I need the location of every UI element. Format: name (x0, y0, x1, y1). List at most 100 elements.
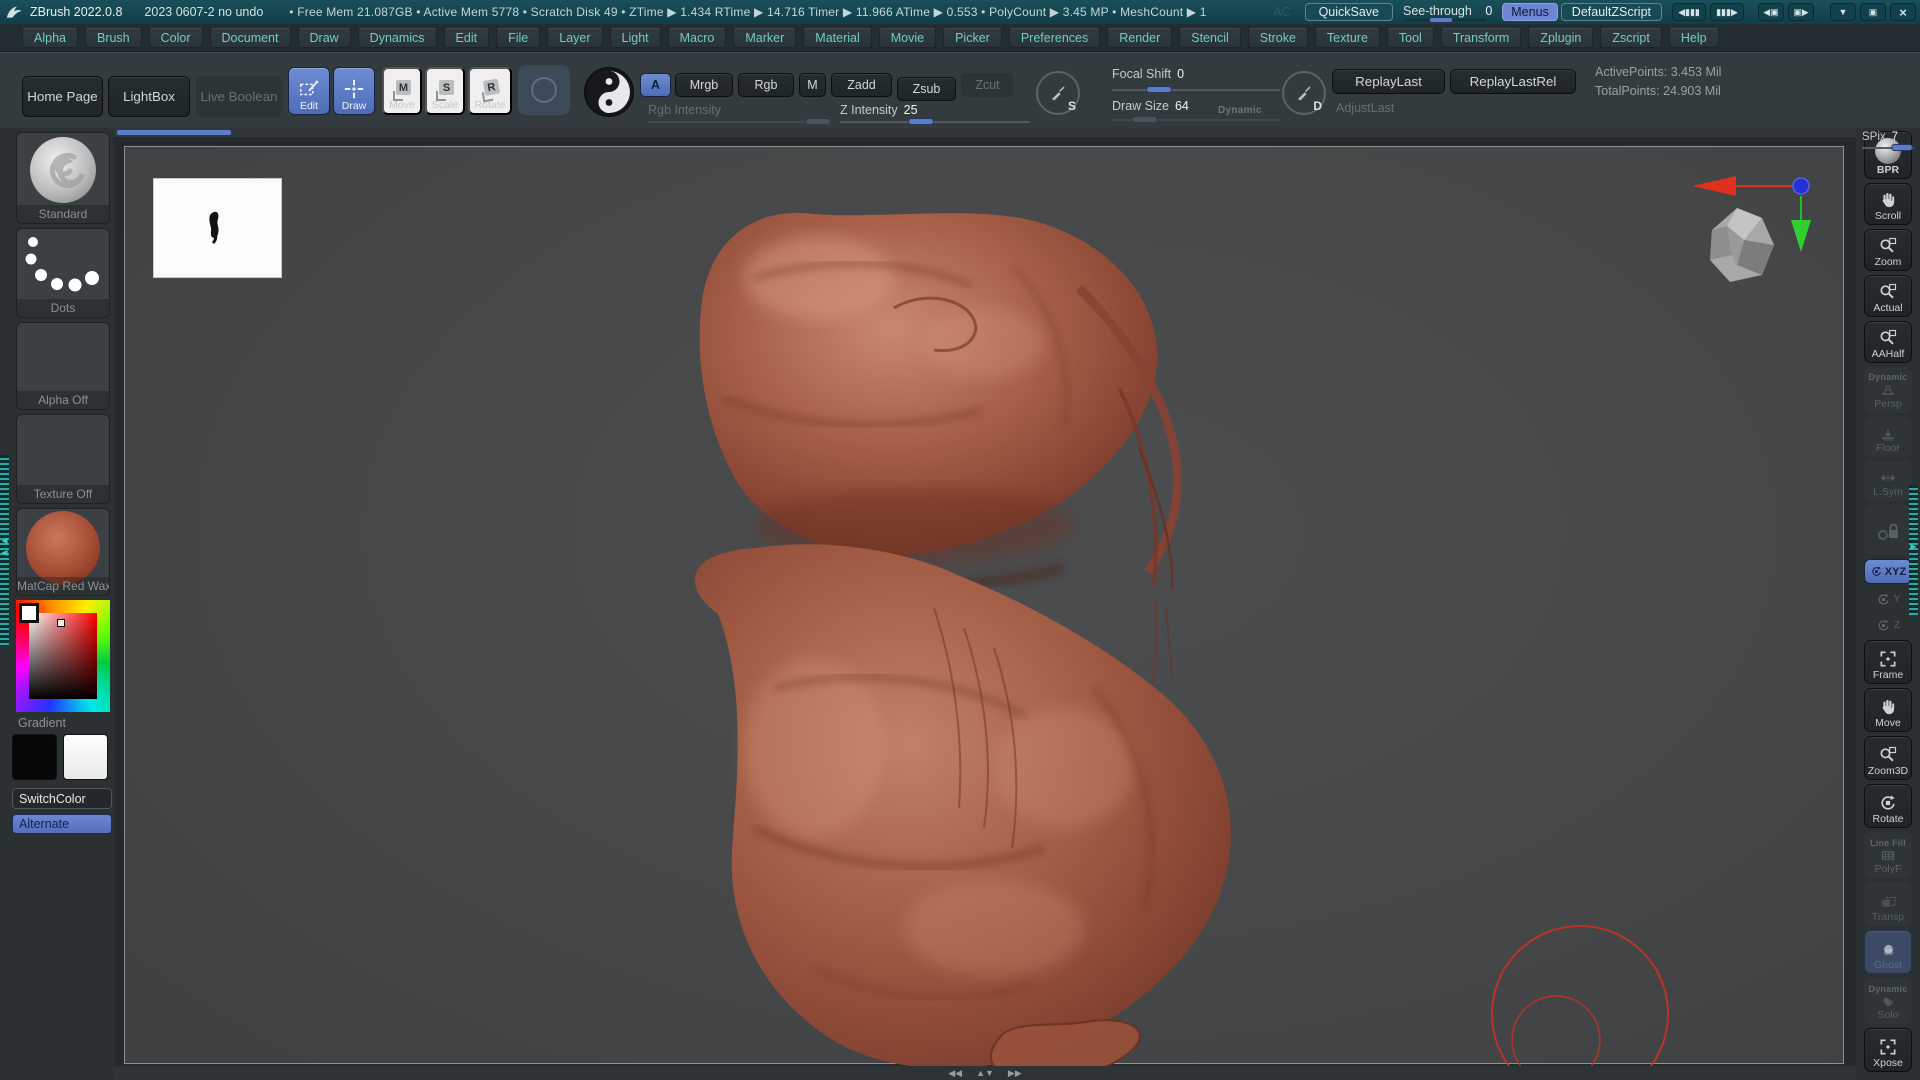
alpha-thumbnail[interactable]: Alpha Off (16, 322, 110, 410)
menu-marker[interactable]: Marker (733, 28, 796, 48)
anchor-toggle[interactable]: A (640, 73, 671, 97)
restore-icon[interactable]: ▣ (1860, 3, 1886, 21)
scroll-right-icon[interactable]: ▶▶ (1008, 1068, 1022, 1079)
move-3d-button[interactable]: Move (1864, 688, 1912, 732)
rotate-z-button[interactable]: Z (1866, 614, 1910, 636)
mrgb-toggle[interactable]: Mrgb (675, 73, 733, 97)
stroke-thumbnail[interactable]: Dots (16, 228, 110, 318)
menu-render[interactable]: Render (1107, 28, 1172, 48)
zoom-3d-button[interactable]: Zoom3D (1864, 736, 1912, 780)
focal-shift-slider[interactable]: Focal Shift0 (1112, 67, 1280, 91)
draw-mode-button[interactable]: Draw (333, 67, 375, 115)
menu-document[interactable]: Document (210, 28, 291, 48)
spix-slider[interactable]: SPix7 (1862, 131, 1914, 149)
ghost-button[interactable]: Ghost (1864, 930, 1912, 974)
right-tray-divider[interactable]: ▶ (1909, 485, 1918, 615)
stroke-preview[interactable] (518, 65, 570, 115)
menu-help[interactable]: Help (1669, 28, 1719, 48)
menu-zscript[interactable]: Zscript (1600, 28, 1662, 48)
menu-layer[interactable]: Layer (547, 28, 602, 48)
dock-left-icon[interactable]: ◀▣ (1758, 3, 1784, 21)
menu-light[interactable]: Light (610, 28, 661, 48)
rgb-intensity-slider[interactable]: Rgb Intensity (648, 103, 830, 123)
solo-button[interactable]: Dynamic Solo (1864, 978, 1912, 1024)
see-through-track[interactable] (1405, 19, 1486, 21)
m-toggle[interactable]: M (799, 73, 826, 97)
brush-thumbnail[interactable]: Standard (16, 132, 110, 224)
stroke-canvas-thumbnail[interactable] (153, 178, 282, 278)
menu-texture[interactable]: Texture (1315, 28, 1380, 48)
material-tile[interactable]: MatCap Red Wax (16, 508, 110, 596)
main-color-swatch[interactable] (12, 734, 57, 780)
canvas-top-scroll-thumb[interactable] (116, 129, 232, 136)
live-boolean-button[interactable]: Live Boolean (196, 76, 282, 117)
axis-gizmo[interactable] (1674, 158, 1849, 303)
z-intensity-slider[interactable]: Z Intensity25 (840, 103, 1030, 123)
zadd-toggle[interactable]: Zadd (831, 73, 892, 97)
polyframe-button[interactable]: Line Fill PolyF (1864, 832, 1912, 878)
secondary-color-swatch[interactable] (63, 734, 108, 780)
menu-stroke[interactable]: Stroke (1248, 28, 1308, 48)
frame-button[interactable]: Frame (1864, 640, 1912, 684)
menu-edit[interactable]: Edit (444, 28, 490, 48)
quicksave-button[interactable]: QuickSave (1305, 3, 1393, 21)
xpose-button[interactable]: Xpose (1864, 1028, 1912, 1072)
zoom-button[interactable]: Zoom (1864, 229, 1912, 271)
scale-mode-button[interactable]: S Scale (425, 67, 465, 115)
menu-movie[interactable]: Movie (879, 28, 936, 48)
edit-mode-button[interactable]: Edit (288, 67, 330, 115)
menu-color[interactable]: Color (149, 28, 203, 48)
see-through-slider[interactable]: See-through 0 (1403, 4, 1492, 21)
zcut-toggle[interactable]: Zcut (961, 73, 1014, 97)
menu-file[interactable]: File (496, 28, 540, 48)
menu-picker[interactable]: Picker (943, 28, 1002, 48)
floor-button[interactable]: Floor (1864, 417, 1912, 457)
dock-right-icon[interactable]: ▣▶ (1788, 3, 1814, 21)
close-icon[interactable]: × (1890, 3, 1916, 21)
scroll-updown-icon[interactable]: ▲▼ (976, 1068, 994, 1078)
rotate-xyz-button[interactable]: XYZ (1864, 559, 1912, 584)
aahalf-button[interactable]: AAHalf (1864, 321, 1912, 363)
switch-color-button[interactable]: SwitchColor (12, 788, 112, 809)
transparency-button[interactable]: Transp (1864, 882, 1912, 926)
tray-slide-right-icon[interactable]: ▮▮▮▶ (1710, 3, 1744, 21)
menu-tool[interactable]: Tool (1387, 28, 1434, 48)
canvas-bottom-scrollbar[interactable]: ◀◀ ▲▼ ▶▶ (114, 1066, 1856, 1080)
lock-camera-button[interactable] (1864, 505, 1912, 555)
stroke-curve-s-button[interactable]: S (1036, 71, 1080, 115)
replay-last-button[interactable]: ReplayLast (1332, 69, 1445, 94)
menu-alpha[interactable]: Alpha (22, 28, 78, 48)
document-canvas[interactable] (124, 146, 1844, 1064)
left-tray-divider[interactable]: ◀ ◀ (0, 455, 9, 645)
scroll-left-icon[interactable]: ◀◀ (948, 1068, 962, 1079)
alternate-button[interactable]: Alternate (12, 814, 112, 834)
canvas-top-scrollbar[interactable] (114, 128, 1856, 137)
actual-button[interactable]: Actual (1864, 275, 1912, 317)
color-picker[interactable] (16, 600, 110, 712)
stroke-curve-d-button[interactable]: D (1282, 71, 1326, 115)
replay-last-rel-button[interactable]: ReplayLastRel (1450, 69, 1576, 94)
menu-zplugin[interactable]: Zplugin (1528, 28, 1593, 48)
current-color-swatch[interactable] (19, 603, 39, 623)
menu-transform[interactable]: Transform (1441, 28, 1522, 48)
menus-button[interactable]: Menus (1502, 3, 1558, 21)
rotate-mode-button[interactable]: R Rotate (468, 67, 512, 115)
minimize-icon[interactable]: ▼ (1830, 3, 1856, 21)
see-through-thumb[interactable] (1429, 17, 1453, 23)
rotate-y-button[interactable]: Y (1866, 588, 1910, 610)
menu-brush[interactable]: Brush (85, 28, 142, 48)
zsub-toggle[interactable]: Zsub (897, 77, 956, 101)
home-page-button[interactable]: Home Page (22, 76, 103, 117)
scroll-button[interactable]: Scroll (1864, 183, 1912, 225)
menu-material[interactable]: Material (803, 28, 871, 48)
menu-preferences[interactable]: Preferences (1009, 28, 1100, 48)
material-thumbnail[interactable] (584, 67, 634, 117)
rgb-toggle[interactable]: Rgb (738, 73, 794, 97)
default-zscript-button[interactable]: DefaultZScript (1561, 3, 1662, 21)
menu-macro[interactable]: Macro (668, 28, 727, 48)
menu-draw[interactable]: Draw (298, 28, 351, 48)
move-mode-button[interactable]: M Move (382, 67, 422, 115)
rotate-3d-button[interactable]: Rotate (1864, 784, 1912, 828)
persp-button[interactable]: Dynamic Persp (1864, 367, 1912, 413)
menu-dynamics[interactable]: Dynamics (358, 28, 437, 48)
